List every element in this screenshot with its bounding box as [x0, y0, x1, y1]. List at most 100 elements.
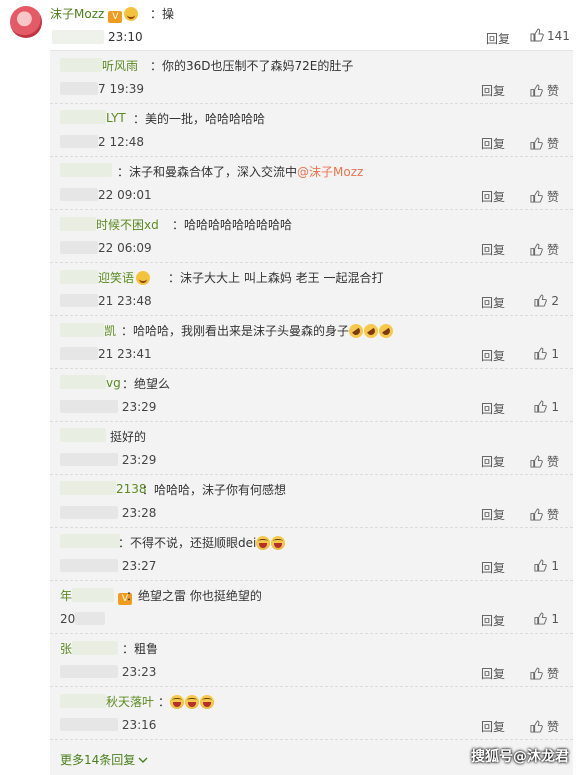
laughing-emoji-icon	[185, 695, 200, 709]
like-button[interactable]: 1	[534, 559, 559, 573]
reply-button[interactable]: 回复	[486, 30, 510, 47]
reply-text: ：哈哈哈，沫子你有何感想	[142, 483, 287, 497]
more-replies-link[interactable]: 更多14条回复	[60, 751, 148, 768]
reply-text: ：沫子大大上 叫上森妈 老王 一起混合打	[168, 271, 384, 285]
like-button[interactable]: 1	[534, 347, 559, 361]
like-button[interactable]: 2	[534, 294, 559, 308]
reply-username[interactable]	[60, 428, 106, 443]
reply-time: 23:29	[60, 453, 156, 467]
thumbs-up-icon	[534, 559, 548, 572]
chevron-down-icon	[138, 757, 148, 763]
reply-button[interactable]: 回复	[481, 294, 505, 311]
laughing-emoji-icon	[200, 695, 215, 709]
reply-item: 时候不困xd ：哈哈哈哈哈哈哈哈哈 22 06:09 回复 赞	[50, 210, 573, 263]
thumbs-up-icon	[530, 190, 543, 203]
reply-button[interactable]: 回复	[481, 718, 505, 735]
reply-button[interactable]: 回复	[481, 453, 505, 470]
like-button[interactable]: 赞	[530, 135, 559, 152]
reply-username[interactable]	[60, 163, 112, 178]
thumbs-up-icon	[534, 347, 548, 360]
reply-item: 凯 ：哈哈哈，我刚看出来是沫子头曼森的身子 21 23:41 回复 1	[50, 316, 573, 369]
reply-username[interactable]: 张	[60, 640, 119, 657]
like-button[interactable]: 赞	[530, 506, 559, 523]
reply-username[interactable]: 2138	[60, 481, 147, 496]
reply-button[interactable]: 回复	[481, 400, 505, 417]
reply-button[interactable]: 回复	[481, 559, 505, 576]
thumbs-up-icon	[530, 455, 543, 468]
reply-time: 23:28	[60, 506, 156, 520]
reply-button[interactable]: 回复	[481, 135, 505, 152]
reply-item: 秋天落叶 ： 23:16 回复 赞	[50, 687, 573, 740]
like-button[interactable]: 赞	[530, 665, 559, 682]
top-comment-username[interactable]: 沫子Mozz V	[50, 5, 139, 23]
reply-text: ：不得不说，还挺顺眼dei	[118, 534, 286, 551]
thumbs-up-icon	[530, 84, 543, 97]
thumbs-up-icon	[530, 667, 543, 680]
rotfl-emoji-icon	[376, 321, 396, 341]
reply-button[interactable]: 回复	[481, 82, 505, 99]
like-button[interactable]: 141	[530, 28, 570, 43]
reply-time: 23:27	[60, 559, 156, 573]
reply-text: ：绝望么	[122, 377, 171, 391]
like-button[interactable]: 1	[534, 612, 559, 626]
reply-button[interactable]: 回复	[481, 506, 505, 523]
reply-username[interactable]: 秋天落叶	[60, 693, 154, 710]
reply-item: 迎笑语 ：沫子大大上 叫上森妈 老王 一起混合打 21 23:48 回复 2	[50, 263, 573, 316]
reply-text: ：沫子和曼森合体了，深入交流中@沫子Mozz	[117, 165, 364, 179]
reply-username[interactable]	[60, 534, 120, 549]
thumbs-up-icon	[530, 137, 543, 150]
reply-text: ：美的一批，哈哈哈哈哈	[133, 112, 266, 126]
reply-text: ：	[158, 693, 215, 710]
reply-username[interactable]: 时候不困xd	[60, 216, 159, 233]
reply-username[interactable]: 迎笑语	[60, 269, 151, 286]
reply-button[interactable]: 回复	[481, 241, 505, 258]
thumbs-up-icon	[530, 508, 543, 521]
laughing-emoji-icon	[271, 536, 286, 550]
verified-badge-icon: V	[108, 11, 123, 23]
reply-time: 22 06:09	[60, 241, 152, 255]
reply-time: 23:23	[60, 665, 156, 679]
reply-time: 20	[60, 612, 106, 626]
like-button[interactable]: 1	[534, 400, 559, 414]
reply-username[interactable]: 听风雨	[60, 57, 138, 74]
reply-button[interactable]: 回复	[481, 665, 505, 682]
reply-button[interactable]: 回复	[481, 347, 505, 364]
member-crown-icon	[124, 7, 139, 21]
like-button[interactable]: 赞	[530, 241, 559, 258]
reply-time: 7 19:39	[60, 82, 144, 96]
like-count: 141	[547, 29, 570, 43]
reply-text: ：哈哈哈哈哈哈哈哈哈	[172, 218, 293, 232]
user-avatar[interactable]	[10, 6, 42, 38]
reply-username[interactable]: LYT	[60, 110, 126, 125]
like-button[interactable]: 赞	[530, 188, 559, 205]
mention-link[interactable]: @沫子Mozz	[297, 165, 363, 179]
like-button[interactable]: 赞	[530, 718, 559, 735]
username-link[interactable]: 沫子Mozz	[50, 7, 104, 21]
reply-username[interactable]: 年V	[60, 587, 133, 605]
reply-button[interactable]: 回复	[481, 188, 505, 205]
reply-time: 23:29	[60, 400, 156, 414]
reply-text: ：粗鲁	[122, 642, 159, 656]
reply-time: 21 23:41	[60, 347, 152, 361]
like-button[interactable]: 赞	[530, 82, 559, 99]
thumbs-up-icon	[530, 28, 544, 42]
reply-button[interactable]: 回复	[481, 612, 505, 629]
reply-item: ：不得不说，还挺顺眼dei 23:27 回复 1	[50, 528, 573, 581]
blurred-date	[52, 30, 104, 44]
thumbs-up-icon	[530, 720, 543, 733]
reply-username[interactable]: vg	[60, 375, 121, 390]
reply-text: ：哈哈哈，我刚看出来是沫子头曼森的身子	[121, 321, 396, 341]
top-comment: 沫子Mozz V ：操 23:10 回复 141	[0, 0, 583, 50]
reply-item: LYT ：美的一批，哈哈哈哈哈 2 12:48 回复 赞	[50, 104, 573, 157]
reply-text: ：绝望之雷 你也挺绝望的	[126, 589, 262, 603]
laughing-emoji-icon	[256, 536, 271, 550]
top-comment-time: 23:10	[108, 30, 143, 44]
thumbs-up-icon	[530, 243, 543, 256]
thumbs-up-icon	[534, 294, 548, 307]
reply-username[interactable]: 凯	[60, 322, 116, 339]
reply-time: 21 23:48	[60, 294, 152, 308]
reply-text: 挺好的	[110, 430, 147, 444]
like-button[interactable]: 赞	[530, 453, 559, 470]
thumbs-up-icon	[534, 400, 548, 413]
reply-item: 张 ：粗鲁 23:23 回复 赞	[50, 634, 573, 687]
